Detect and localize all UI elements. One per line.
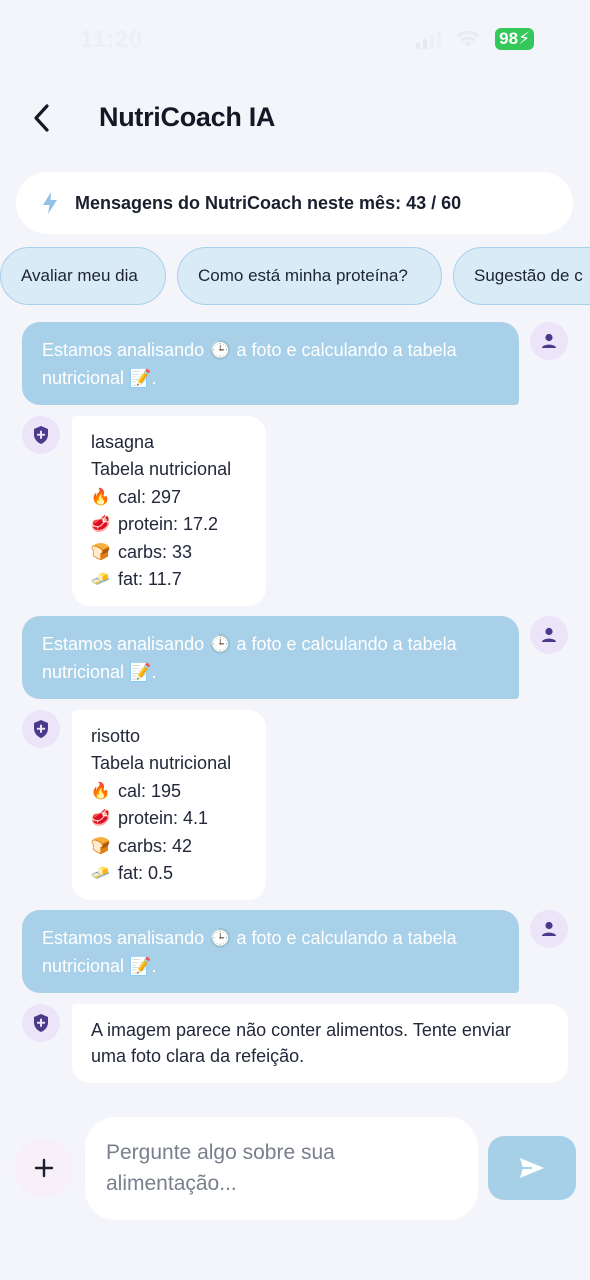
bot-nutrition-message: lasagna Tabela nutricional 🔥 cal: 297 🥩 pr… (72, 416, 266, 606)
nutrient-row: 🧈 fat: 0.5 (91, 860, 247, 887)
bot-nutrition-message: risotto Tabela nutricional 🔥 cal: 195 🥩 pr… (72, 710, 266, 900)
send-button[interactable] (488, 1136, 576, 1200)
bot-message: A imagem parece não conter alimentos. Te… (72, 1004, 568, 1083)
user-message: Estamos analisando 🕒 a foto e calculando… (22, 322, 519, 405)
nutrient-label: protein: 4.1 (118, 808, 209, 829)
bot-avatar (22, 416, 60, 454)
shield-plus-icon (34, 426, 48, 444)
nutrient-row: 🥩 protein: 4.1 (91, 805, 247, 832)
nutrient-label: fat: 0.5 (118, 863, 174, 884)
person-icon (542, 333, 556, 348)
charging-icon: ⚡ (518, 29, 530, 48)
fire-icon: 🔥 (90, 488, 111, 506)
shield-plus-icon (34, 720, 48, 738)
status-time: 11:20 (80, 26, 143, 53)
send-icon (520, 1158, 544, 1178)
food-name: risotto (91, 726, 141, 746)
chip-avaliar-meu-dia[interactable]: Avaliar meu dia (0, 247, 166, 305)
attach-button[interactable] (14, 1138, 74, 1198)
nutrient-row: 🔥 cal: 297 (91, 484, 247, 511)
nutrient-row: 🍞 carbs: 33 (91, 539, 247, 566)
status-icons: 98⚡ (416, 28, 534, 50)
person-icon (542, 627, 556, 642)
nutrient-label: protein: 17.2 (118, 514, 219, 535)
butter-icon: 🧈 (90, 865, 111, 883)
user-avatar (530, 322, 568, 360)
signal-icon (416, 29, 442, 49)
chip-proteina[interactable]: Como está minha proteína? (177, 247, 442, 305)
nutrition-heading: Tabela nutricional (91, 459, 232, 480)
bread-icon: 🍞 (90, 543, 111, 561)
status-bar: 11:20 98⚡ (0, 0, 590, 80)
nutrient-label: cal: 195 (118, 780, 182, 801)
plus-icon (34, 1158, 54, 1178)
quota-text: Mensagens do NutriCoach neste mês: 43 / … (75, 192, 462, 213)
page-title: NutriCoach IA (99, 102, 276, 132)
nutrient-row: 🍞 carbs: 42 (91, 833, 247, 860)
chip-sugestao[interactable]: Sugestão de c (453, 247, 590, 305)
nutrition-heading: Tabela nutricional (91, 753, 232, 774)
header: NutriCoach IA (0, 92, 590, 152)
bot-avatar (22, 710, 60, 748)
meat-icon: 🥩 (90, 810, 111, 828)
food-name: lasagna (91, 432, 155, 452)
bolt-icon (43, 192, 57, 214)
message-quota-banner: Mensagens do NutriCoach neste mês: 43 / … (16, 172, 573, 234)
shield-plus-icon (34, 1014, 48, 1032)
nutrient-row: 🔥 cal: 195 (91, 778, 247, 805)
battery-indicator: 98⚡ (495, 28, 534, 50)
bot-avatar (22, 1004, 60, 1042)
butter-icon: 🧈 (90, 571, 111, 589)
fire-icon: 🔥 (90, 782, 111, 800)
user-avatar (530, 616, 568, 654)
battery-level: 98 (499, 29, 519, 48)
bread-icon: 🍞 (90, 837, 111, 855)
composer-bar (0, 1110, 590, 1230)
wifi-icon (456, 30, 480, 47)
message-input[interactable] (85, 1117, 478, 1220)
back-button[interactable] (22, 98, 62, 138)
user-message: Estamos analisando 🕒 a foto e calculando… (22, 616, 519, 699)
nutrient-row: 🥩 protein: 17.2 (91, 511, 247, 538)
suggestion-chips: Avaliar meu dia Como está minha proteína… (0, 247, 590, 305)
nutrient-label: carbs: 42 (118, 835, 193, 856)
user-avatar (530, 910, 568, 948)
nutrient-row: 🧈 fat: 11.7 (91, 566, 247, 593)
nutrient-label: fat: 11.7 (118, 569, 182, 590)
nutrient-label: cal: 297 (118, 486, 182, 507)
person-icon (542, 921, 556, 936)
meat-icon: 🥩 (90, 516, 111, 534)
user-message: Estamos analisando 🕒 a foto e calculando… (22, 910, 519, 993)
nutrient-label: carbs: 33 (118, 541, 193, 562)
chevron-left-icon (34, 104, 49, 132)
